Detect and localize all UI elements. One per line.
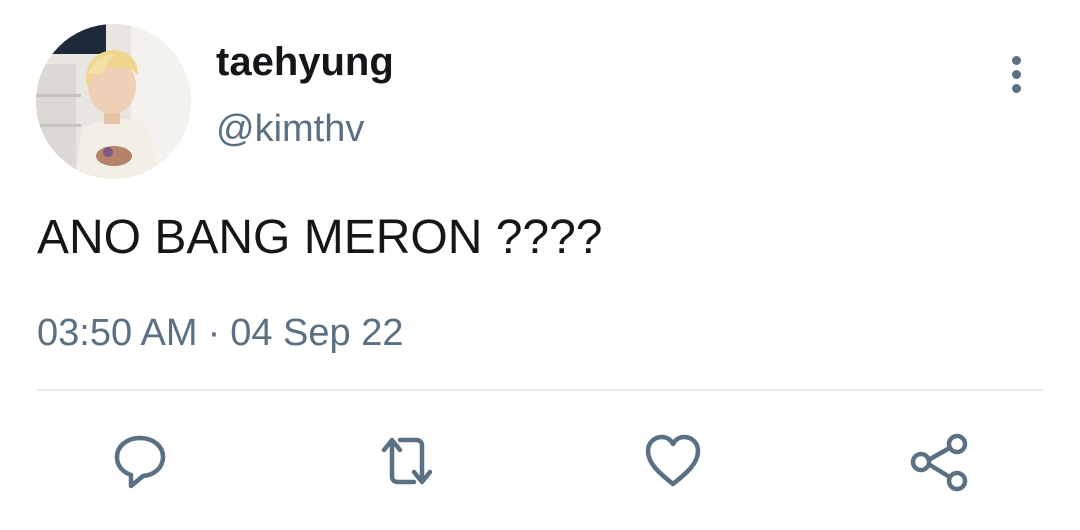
speech-bubble-icon [114, 435, 166, 489]
retweet-button[interactable] [372, 426, 442, 496]
user-handle[interactable]: @kimthv [216, 106, 364, 152]
tweet-date: 04 Sep 22 [230, 312, 404, 354]
meta-separator: · [207, 312, 221, 354]
divider [37, 389, 1043, 391]
display-name[interactable]: taehyung [216, 38, 394, 86]
tweet-timestamp: 03:50 AM · 04 Sep 22 [37, 310, 403, 356]
share-button[interactable] [904, 426, 974, 496]
action-bar [0, 426, 1080, 496]
reply-button[interactable] [105, 426, 175, 496]
more-options-icon-dot [1012, 70, 1021, 79]
more-options-button[interactable] [996, 52, 1038, 98]
tweet-time: 03:50 AM [37, 312, 198, 354]
more-options-icon [1012, 56, 1021, 65]
more-options-icon-dot [1012, 84, 1021, 93]
share-nodes-icon [910, 433, 968, 492]
like-button[interactable] [638, 426, 708, 496]
avatar[interactable] [36, 24, 191, 179]
heart-icon [645, 434, 701, 487]
profile-photo-icon [36, 24, 191, 179]
tweet-text: ANO BANG MERON ???? [37, 211, 603, 264]
retweet-arrows-icon [381, 437, 433, 485]
